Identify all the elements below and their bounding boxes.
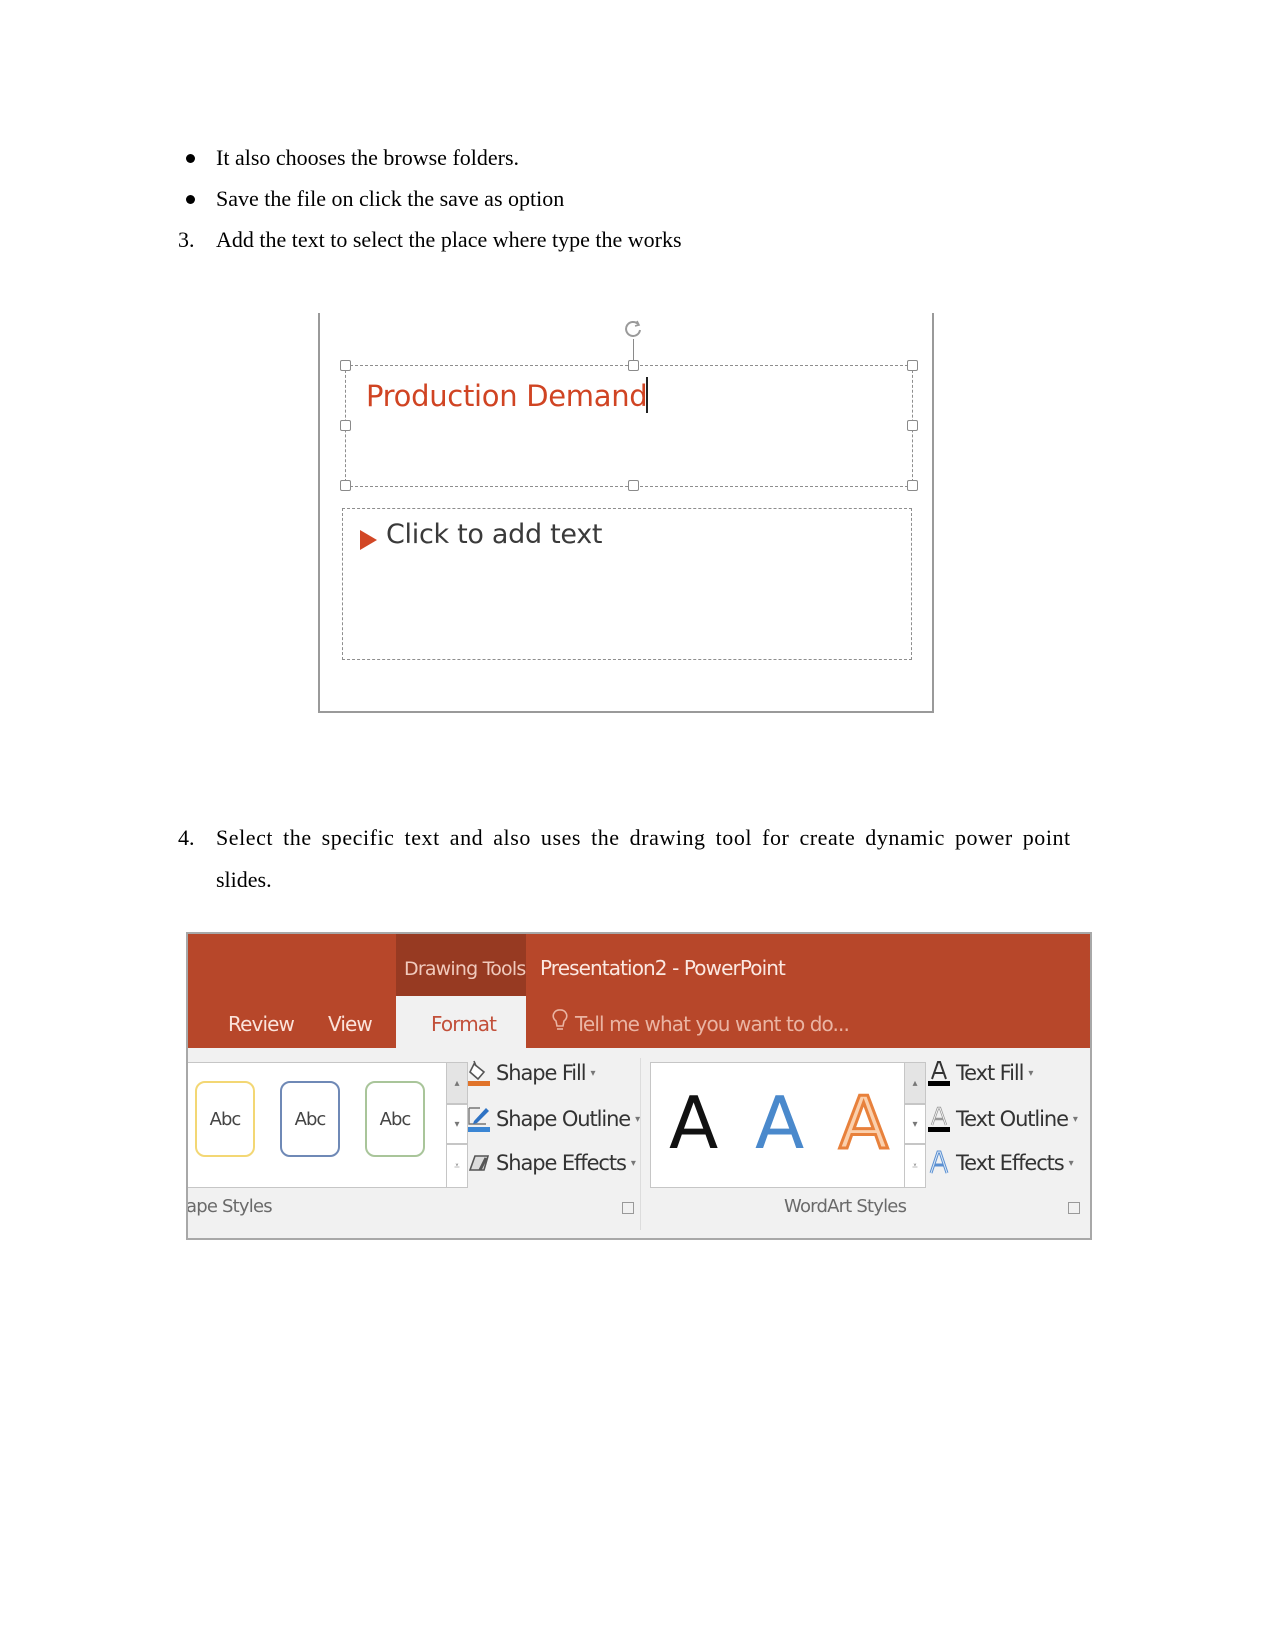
pencil-outline-icon [468,1107,490,1132]
text-outline-button[interactable]: Text Outline ▾ [926,1104,1078,1134]
wordart-sample-blue[interactable]: A [755,1087,804,1159]
text-effects-button[interactable]: Text Effects ▾ [926,1148,1074,1178]
bullet-arrow-icon [360,530,377,550]
wordart-sample-orange-outline[interactable]: A [837,1086,889,1161]
wordart-sample-black[interactable]: A [669,1087,718,1159]
wordart-styles-group-label: WordArt Styles [784,1196,907,1217]
shape-effects-icon [468,1155,490,1171]
gallery-scroll-down[interactable]: ▾ [904,1104,926,1144]
shape-style-thumbnail[interactable]: Abc [365,1081,425,1157]
text-effects-icon [929,1150,949,1174]
list-number: 4. [178,825,195,850]
shape-outline-button[interactable]: Shape Outline ▾ [466,1104,640,1134]
resize-handle[interactable] [340,360,351,371]
list-number: 3. [178,227,195,252]
shape-outline-label: Shape Outline [496,1107,631,1131]
text-fill-label: Text Fill [956,1061,1024,1085]
item-text-line1: Select the specific text and also uses t… [216,825,1071,850]
resize-handle[interactable] [340,420,351,431]
context-group-label: Drawing Tools [404,958,526,980]
title-text-value: Production Demand [366,379,648,413]
ribbon-screenshot: Drawing Tools Presentation2 - PowerPoint… [186,932,1092,1240]
shape-styles-group-label: ape Styles [186,1196,273,1217]
shape-style-thumbnail[interactable]: Abc [280,1081,340,1157]
shape-effects-label: Shape Effects [496,1151,627,1175]
resize-handle[interactable] [628,360,639,371]
resize-handle[interactable] [907,420,918,431]
bullet-text: It also chooses the browse folders. [216,145,520,170]
dropdown-arrow-icon: ▾ [1028,1067,1033,1079]
text-cursor [646,377,649,413]
bullet-dot [186,195,195,204]
dropdown-arrow-icon: ▾ [1068,1157,1074,1169]
gallery-more-icon[interactable]: ⩡ [446,1144,468,1188]
body-placeholder-text[interactable]: Click to add text [386,519,603,550]
text-effects-label: Text Effects [956,1151,1065,1175]
title-text[interactable]: Production Demand [366,377,649,413]
item-text: Add the text to select the place where t… [216,227,682,252]
shape-fill-button[interactable]: Shape Fill ▾ [466,1058,596,1088]
bullet-text: Save the file on click the save as optio… [216,186,565,211]
gallery-more-icon[interactable]: ⩡ [904,1144,926,1188]
resize-handle[interactable] [340,480,351,491]
shape-fill-label: Shape Fill [496,1061,587,1085]
rotate-icon[interactable] [622,319,644,341]
resize-handle[interactable] [628,480,639,491]
text-fill-button[interactable]: Text Fill ▾ [926,1058,1033,1088]
window-title: Presentation2 - PowerPoint [540,956,786,980]
text-outline-icon [928,1106,950,1132]
wordart-styles-gallery: A A A [650,1062,910,1188]
dropdown-arrow-icon: ▾ [590,1067,596,1079]
tab-format-label[interactable]: Format [431,1012,497,1036]
dropdown-arrow-icon: ▾ [635,1113,640,1125]
tab-review[interactable]: Review [228,1012,295,1036]
tab-view[interactable]: View [328,1012,373,1036]
dialog-launcher-icon[interactable] [622,1202,634,1214]
item-text-line2: slides. [216,867,272,892]
group-separator [640,1058,641,1230]
shape-styles-gallery: Abc Abc Abc [188,1062,452,1188]
shape-effects-button[interactable]: Shape Effects ▾ [466,1148,636,1178]
lightbulb-icon [552,1009,568,1030]
dropdown-arrow-icon: ▾ [1072,1113,1078,1125]
gallery-scroll-down[interactable]: ▾ [446,1104,468,1144]
paint-bucket-icon [468,1060,490,1086]
dropdown-arrow-icon: ▾ [630,1157,636,1169]
dialog-launcher-icon[interactable] [1068,1202,1080,1214]
resize-handle[interactable] [907,360,918,371]
tell-me-search[interactable]: Tell me what you want to do... [575,1012,850,1036]
text-fill-icon [928,1061,950,1086]
numbered-item-4: 4. Select the specific text and also use… [178,824,1075,894]
gallery-scroll-up[interactable]: ▴ [446,1062,468,1104]
gallery-scroll-up[interactable]: ▴ [904,1062,926,1104]
slide-screenshot: Production Demand Click to add text [318,313,934,713]
bullet-dot [186,154,195,163]
text-outline-label: Text Outline [956,1107,1069,1131]
shape-style-thumbnail[interactable]: Abc [195,1081,255,1157]
resize-handle[interactable] [907,480,918,491]
